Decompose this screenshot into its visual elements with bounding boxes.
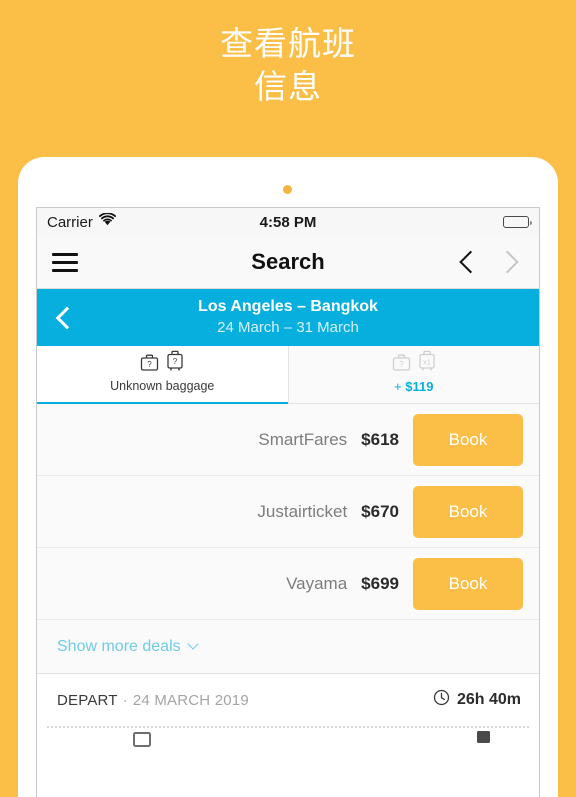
chevron-right-icon[interactable] [501,248,517,276]
nav-bar: Search [37,236,539,289]
price-value: $119 [405,379,434,394]
checked-bag-icon: ? [166,350,184,377]
show-more-deals-button[interactable]: Show more deals [37,620,539,674]
depart-date: 24 MARCH 2019 [132,691,249,709]
baggage-icons: ? ? [140,350,184,377]
device-frame: Carrier 4:58 PM Search Los Angeles – Ban… [18,157,558,797]
carrier-label: Carrier [47,213,93,231]
depart-duration: 26h 40m [456,691,521,708]
svg-text:?: ? [173,357,178,366]
show-more-deals-label: Show more deals [57,637,181,655]
book-button[interactable]: Book [413,557,523,610]
svg-text:?: ? [148,360,153,369]
nav-arrows [461,248,539,276]
checked-bag-icon: x1 [418,350,436,377]
leg-preview-row [37,728,539,756]
wifi-icon [98,212,116,231]
airline-logo-icon [475,730,493,753]
route-dates: 24 March – 31 March [217,319,359,336]
depart-header: DEPART · 24 MARCH 2019 26h 40m [37,674,539,726]
baggage-icons-muted: ? x1 [392,350,436,377]
route-cities: Los Angeles – Bangkok [198,298,378,315]
depart-label: DEPART [57,691,118,709]
tab-unknown-baggage[interactable]: ? ? Unknown baggage [37,346,288,404]
deal-row: SmartFares $618 Book [37,404,539,476]
status-bar: Carrier 4:58 PM [37,208,539,236]
depart-separator: · [122,691,128,709]
tab-label-unknown-baggage: Unknown baggage [110,379,215,393]
route-header: Los Angeles – Bangkok 24 March – 31 Marc… [37,289,539,346]
baggage-tabs: ? ? Unknown baggage ? x1 + $119 [37,346,539,404]
price-prefix: + [394,379,402,394]
battery-icon [503,216,532,228]
clock-icon [433,689,450,711]
chevron-left-icon[interactable] [461,248,477,276]
hamburger-menu-icon[interactable] [37,252,93,272]
deal-price: $618 [361,429,399,449]
airline-logo-icon [133,732,151,755]
status-bar-right [288,216,532,228]
deal-row: Vayama $699 Book [37,548,539,620]
device-camera-dot [283,185,292,194]
deal-row: Justairticket $670 Book [37,476,539,548]
book-button[interactable]: Book [413,413,523,466]
deal-price: $699 [361,573,399,593]
route-summary: Los Angeles – Bangkok 24 March – 31 Marc… [37,297,539,338]
deal-agency: Vayama [286,573,348,593]
route-back-button[interactable] [37,289,91,346]
app-screen: Carrier 4:58 PM Search Los Angeles – Ban… [36,207,540,797]
book-button[interactable]: Book [413,485,523,538]
depart-duration-group: 26h 40m [433,689,521,711]
status-bar-left: Carrier [47,212,288,231]
tab-baggage-included[interactable]: ? x1 + $119 [287,346,539,404]
chevron-left-icon [55,306,78,329]
promo-headline: 查看航班 信息 [220,25,356,105]
deals-list: SmartFares $618 Book Justairticket $670 … [37,404,539,674]
deal-agency: SmartFares [258,429,348,449]
svg-text:?: ? [399,360,404,369]
chevron-down-icon [186,637,199,650]
deal-agency: Justairticket [257,501,348,521]
promo-background: 查看航班 信息 Carrier 4:58 PM Search Los Angel… [0,0,576,797]
deal-price: $670 [361,501,399,521]
cabin-bag-icon: ? [392,353,411,377]
svg-text:x1: x1 [423,358,431,367]
cabin-bag-icon: ? [140,353,159,377]
tab-price-baggage-included: + $119 [394,379,433,394]
